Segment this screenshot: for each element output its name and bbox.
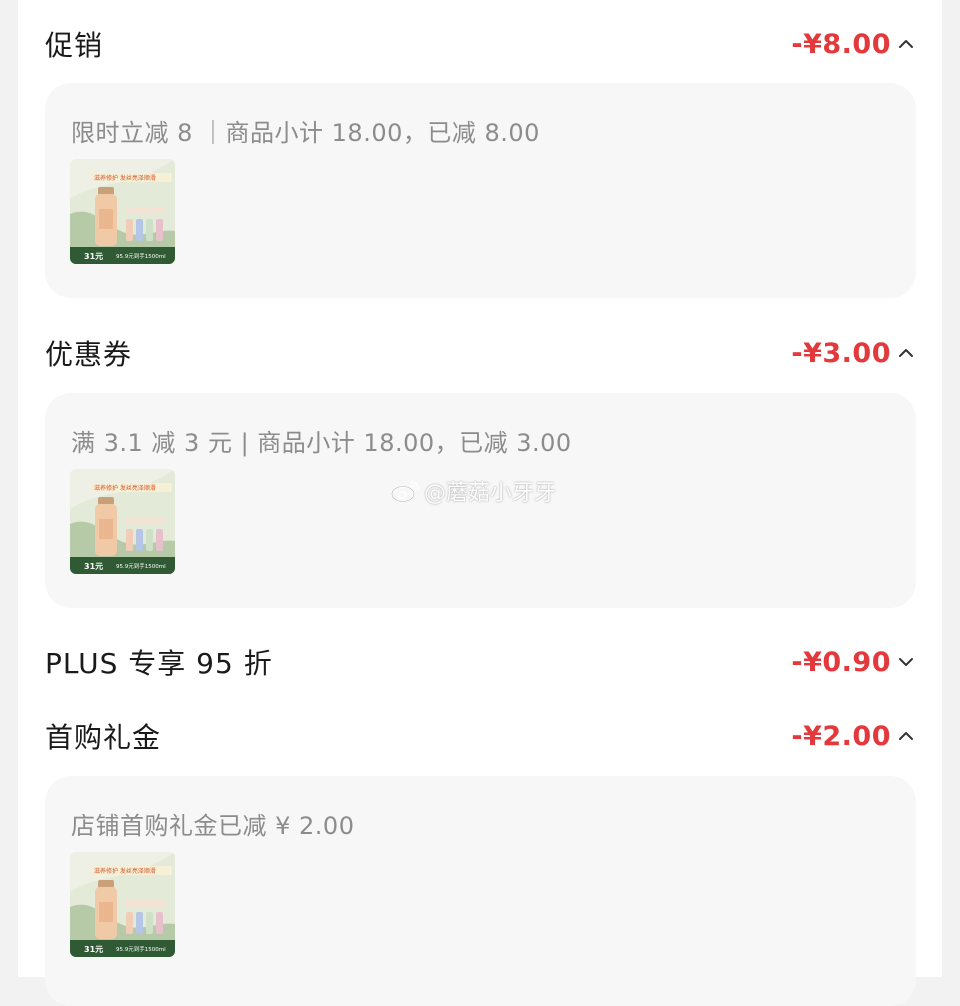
product-thumbnail[interactable]: 滋养修护 发丝亮泽顺滑 31元 95.9元到手1500ml bbox=[70, 159, 175, 264]
promotion-amount: -¥8.00 bbox=[791, 28, 891, 60]
chevron-down-icon bbox=[897, 653, 915, 671]
product-image: 滋养修护 发丝亮泽顺滑 31元 95.9元到手1500ml bbox=[70, 159, 175, 264]
first-purchase-amount-toggle[interactable]: -¥2.00 bbox=[791, 721, 915, 752]
first-purchase-amount: -¥2.00 bbox=[791, 720, 891, 752]
chevron-up-icon bbox=[897, 344, 915, 362]
chevron-up-icon bbox=[897, 727, 915, 745]
plus-discount-title: PLUS 专享 95 折 bbox=[45, 647, 273, 680]
promotion-detail-text: 限时立减 8 ｜商品小计 18.00，已减 8.00 bbox=[71, 119, 540, 147]
coupon-section-header: 优惠券 -¥3.00 bbox=[45, 333, 915, 373]
coupon-amount: -¥3.00 bbox=[791, 337, 891, 369]
thumbnail-footer: 95.9元到手1500ml bbox=[116, 252, 166, 260]
product-image: 滋养修护 发丝亮泽顺滑 31元 95.9元到手1500ml bbox=[70, 469, 175, 574]
plus-discount-amount: -¥0.90 bbox=[791, 646, 891, 678]
watermark-text: @蘑菇小牙牙 bbox=[424, 481, 557, 506]
thumbnail-footer: 95.9元到手1500ml bbox=[116, 562, 166, 570]
thumbnail-price: 31元 bbox=[84, 562, 103, 571]
thumbnail-banner: 滋养修护 发丝亮泽顺滑 bbox=[94, 867, 156, 875]
product-thumbnail[interactable]: 滋养修护 发丝亮泽顺滑 31元 95.9元到手1500ml bbox=[70, 469, 175, 574]
coupon-amount-toggle[interactable]: -¥3.00 bbox=[791, 338, 915, 369]
promotion-section-header: 促销 -¥8.00 bbox=[45, 24, 915, 64]
chevron-up-icon bbox=[897, 35, 915, 53]
thumbnail-price: 31元 bbox=[84, 252, 103, 261]
plus-discount-section-header: PLUS 专享 95 折 -¥0.90 bbox=[45, 642, 915, 682]
thumbnail-footer: 95.9元到手1500ml bbox=[116, 945, 166, 953]
product-thumbnail[interactable]: 滋养修护 发丝亮泽顺滑 31元 95.9元到手1500ml bbox=[70, 852, 175, 957]
coupon-title: 优惠券 bbox=[45, 338, 133, 371]
promotion-title: 促销 bbox=[45, 29, 104, 62]
thumbnail-price: 31元 bbox=[84, 945, 103, 954]
watermark: @蘑菇小牙牙 bbox=[390, 476, 556, 506]
thumbnail-banner: 滋养修护 发丝亮泽顺滑 bbox=[94, 174, 156, 182]
coupon-detail-text: 满 3.1 减 3 元 | 商品小计 18.00，已减 3.00 bbox=[71, 429, 572, 457]
first-purchase-title: 首购礼金 bbox=[45, 721, 162, 754]
thumbnail-banner: 滋养修护 发丝亮泽顺滑 bbox=[94, 484, 156, 492]
product-image: 滋养修护 发丝亮泽顺滑 31元 95.9元到手1500ml bbox=[70, 852, 175, 957]
first-purchase-section-header: 首购礼金 -¥2.00 bbox=[45, 716, 915, 756]
promotion-amount-toggle[interactable]: -¥8.00 bbox=[791, 29, 915, 60]
weibo-icon bbox=[391, 481, 419, 503]
first-purchase-detail-card: 店铺首购礼金已减 ¥ 2.00 滋养修护 发丝亮泽顺滑 31元 95.9元到手1… bbox=[45, 776, 916, 1006]
promotion-detail-card: 限时立减 8 ｜商品小计 18.00，已减 8.00 滋养修护 发丝亮泽顺滑 3… bbox=[45, 83, 916, 298]
first-purchase-detail-text: 店铺首购礼金已减 ¥ 2.00 bbox=[71, 812, 355, 840]
plus-discount-amount-toggle[interactable]: -¥0.90 bbox=[791, 647, 915, 678]
